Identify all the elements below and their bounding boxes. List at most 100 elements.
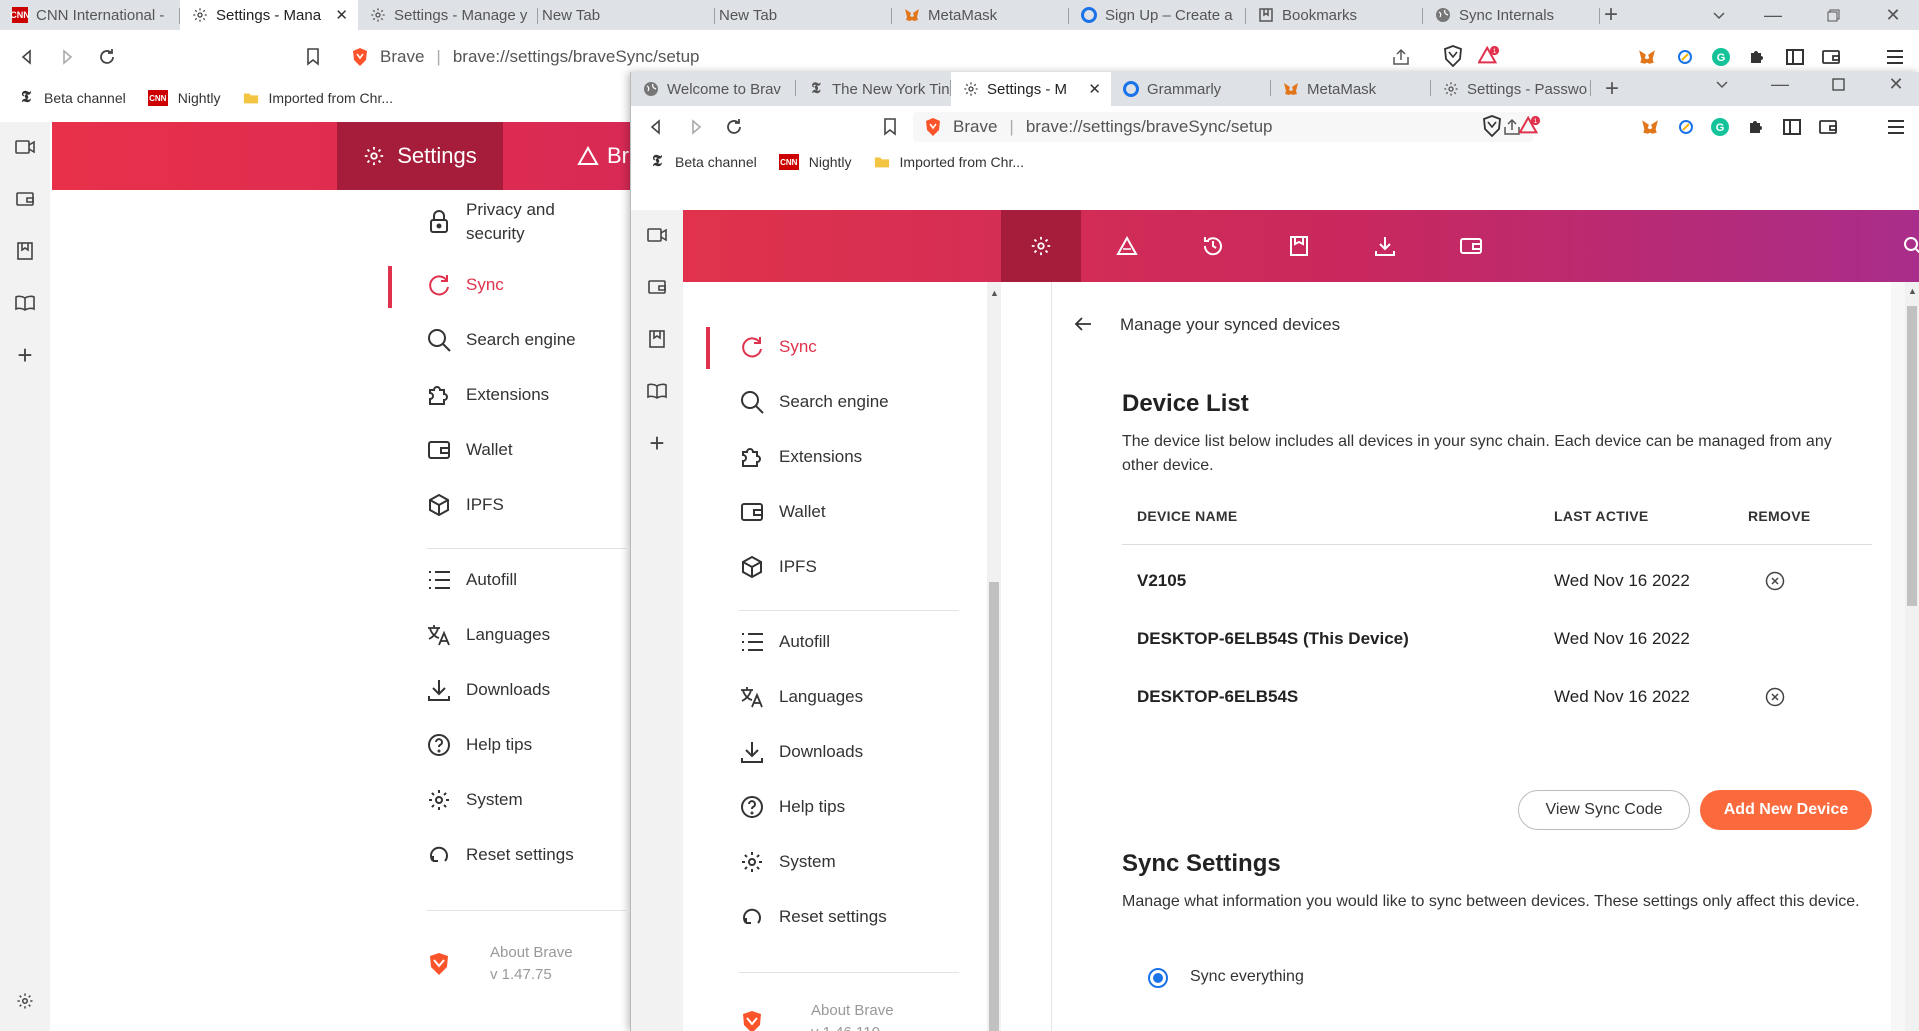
- bookmark-beta-channel[interactable]: 𝕿 Beta channel: [18, 89, 126, 106]
- close-window-button[interactable]: ✕: [1885, 73, 1907, 95]
- minimize-button[interactable]: —: [1769, 73, 1791, 95]
- nav-downloads[interactable]: Downloads: [426, 677, 550, 703]
- reload-icon[interactable]: [723, 116, 745, 138]
- banner-brave-tab[interactable]: Br: [577, 122, 629, 190]
- bookmark-nightly[interactable]: CNN Nightly: [778, 154, 852, 170]
- banner-wallet-tab[interactable]: [1431, 210, 1511, 282]
- scroll-up-arrow-icon[interactable]: ▲: [990, 288, 999, 298]
- back-arrow-icon[interactable]: [645, 116, 667, 138]
- tab-search-chevron-icon[interactable]: [1711, 73, 1733, 95]
- extension-icon[interactable]: [1675, 116, 1697, 138]
- menu-icon[interactable]: [1885, 116, 1907, 138]
- add-new-device-button[interactable]: Add New Device: [1700, 790, 1872, 830]
- page-scrollbar-thumb[interactable]: [1907, 306, 1917, 606]
- brave-rewards-icon[interactable]: 1: [1478, 45, 1500, 67]
- extension-icon[interactable]: [1674, 46, 1696, 68]
- banner-history-tab[interactable]: [1173, 210, 1253, 282]
- nav-help-tips[interactable]: Help tips: [426, 732, 532, 758]
- bookmark-imported-folder[interactable]: Imported from Chr...: [874, 154, 1024, 170]
- nav-search-engine[interactable]: Search engine: [739, 389, 889, 415]
- front-tab-nyt[interactable]: 𝕿 The New York Tin: [796, 72, 951, 106]
- banner-settings-tab[interactable]: [1001, 210, 1081, 282]
- reading-list-icon[interactable]: [646, 380, 668, 402]
- front-tab-metamask[interactable]: MetaMask: [1271, 72, 1431, 106]
- sidebar-toggle-icon[interactable]: [1784, 46, 1806, 68]
- nav-search-engine[interactable]: Search engine: [426, 327, 576, 353]
- metamask-extension-icon[interactable]: [1636, 46, 1658, 68]
- puzzle-extensions-icon[interactable]: [1746, 46, 1768, 68]
- close-tab-icon[interactable]: ✕: [335, 6, 348, 24]
- tab-search-chevron-icon[interactable]: [1708, 4, 1730, 26]
- nav-ipfs[interactable]: IPFS: [426, 492, 504, 518]
- forward-arrow-icon[interactable]: [685, 116, 707, 138]
- nav-privacy-security[interactable]: Privacy and security: [426, 198, 626, 246]
- nav-reset-settings[interactable]: Reset settings: [739, 904, 887, 930]
- add-icon[interactable]: +: [14, 340, 36, 370]
- front-tab-passwords[interactable]: Settings - Passwo: [1431, 72, 1591, 106]
- back-tab-newtab-2[interactable]: New Tab: [715, 0, 892, 30]
- reading-list-icon[interactable]: [14, 292, 36, 314]
- nav-autofill[interactable]: Autofill: [739, 629, 830, 655]
- remove-device-icon[interactable]: [1765, 687, 1785, 707]
- page-scrollbar[interactable]: ▲: [1905, 282, 1919, 1031]
- back-address-bar[interactable]: Brave | brave://settings/braveSync/setup: [340, 42, 1440, 72]
- nav-ipfs[interactable]: IPFS: [739, 554, 817, 580]
- nav-autofill[interactable]: Autofill: [426, 567, 517, 593]
- nav-scrollbar[interactable]: ▲: [987, 282, 1001, 1031]
- nav-system[interactable]: System: [739, 849, 836, 875]
- nav-sync[interactable]: Sync: [739, 334, 817, 360]
- bookmark-nightly[interactable]: CNN Nightly: [147, 90, 221, 106]
- banner-downloads-tab[interactable]: [1345, 210, 1425, 282]
- wallet-icon[interactable]: [1817, 116, 1839, 138]
- back-tab-bookmarks[interactable]: Bookmarks: [1246, 0, 1423, 30]
- maximize-button[interactable]: [1827, 73, 1849, 95]
- nav-system[interactable]: System: [426, 787, 523, 813]
- grammarly-extension-icon[interactable]: G: [1710, 46, 1732, 68]
- nav-extensions[interactable]: Extensions: [426, 382, 549, 408]
- brave-rewards-icon[interactable]: 1: [1519, 115, 1541, 137]
- back-tab-settings-active[interactable]: Settings - Mana ✕: [180, 0, 358, 30]
- front-tab-grammarly[interactable]: Grammarly: [1111, 72, 1271, 106]
- bookmarks-icon[interactable]: [646, 328, 668, 350]
- banner-rewards-tab[interactable]: [1087, 210, 1167, 282]
- grammarly-extension-icon[interactable]: G: [1709, 116, 1731, 138]
- settings-gear-icon[interactable]: [14, 990, 36, 1012]
- nav-reset-settings[interactable]: Reset settings: [426, 842, 574, 868]
- close-window-button[interactable]: ✕: [1882, 4, 1904, 26]
- video-icon[interactable]: [14, 136, 36, 158]
- back-tab-settings[interactable]: Settings - Manage y: [358, 0, 538, 30]
- nav-help-tips[interactable]: Help tips: [739, 794, 845, 820]
- back-arrow-icon[interactable]: [16, 46, 38, 68]
- wallet-icon[interactable]: [646, 276, 668, 298]
- sidebar-toggle-icon[interactable]: [1781, 116, 1803, 138]
- back-tab-newtab-1[interactable]: New Tab: [538, 0, 715, 30]
- nav-downloads[interactable]: Downloads: [739, 739, 863, 765]
- back-tab-cnn[interactable]: CNN CNN International -: [0, 0, 180, 30]
- bookmark-page-icon[interactable]: [302, 46, 324, 68]
- banner-bookmarks-tab[interactable]: [1259, 210, 1339, 282]
- view-sync-code-button[interactable]: View Sync Code: [1518, 790, 1690, 830]
- share-icon[interactable]: [1390, 46, 1412, 68]
- back-tab-signup[interactable]: Sign Up – Create a: [1069, 0, 1246, 30]
- reload-icon[interactable]: [96, 46, 118, 68]
- metamask-extension-icon[interactable]: [1639, 116, 1661, 138]
- nav-sync[interactable]: Sync: [426, 272, 504, 298]
- nav-wallet[interactable]: Wallet: [739, 499, 826, 525]
- brave-shields-icon[interactable]: [1442, 45, 1464, 67]
- brave-shields-icon[interactable]: [1481, 115, 1503, 137]
- forward-arrow-icon[interactable]: [56, 46, 78, 68]
- nav-languages[interactable]: Languages: [426, 622, 550, 648]
- menu-icon[interactable]: [1884, 46, 1906, 68]
- add-icon[interactable]: +: [646, 428, 668, 458]
- front-tab-settings-active[interactable]: Settings - M ✕: [951, 72, 1111, 106]
- banner-settings-tab[interactable]: Settings: [337, 122, 503, 190]
- bookmark-page-icon[interactable]: [879, 116, 901, 138]
- back-arrow-icon[interactable]: [1074, 316, 1092, 332]
- sync-everything-radio[interactable]: [1148, 968, 1168, 988]
- nav-wallet[interactable]: Wallet: [426, 437, 513, 463]
- banner-search-button[interactable]: [1883, 210, 1919, 282]
- bookmark-beta-channel[interactable]: 𝕿 Beta channel: [649, 153, 757, 170]
- back-tab-metamask[interactable]: MetaMask: [892, 0, 1069, 30]
- front-address-bar[interactable]: Brave | brave://settings/braveSync/setup: [913, 112, 1533, 142]
- minimize-button[interactable]: —: [1762, 4, 1784, 26]
